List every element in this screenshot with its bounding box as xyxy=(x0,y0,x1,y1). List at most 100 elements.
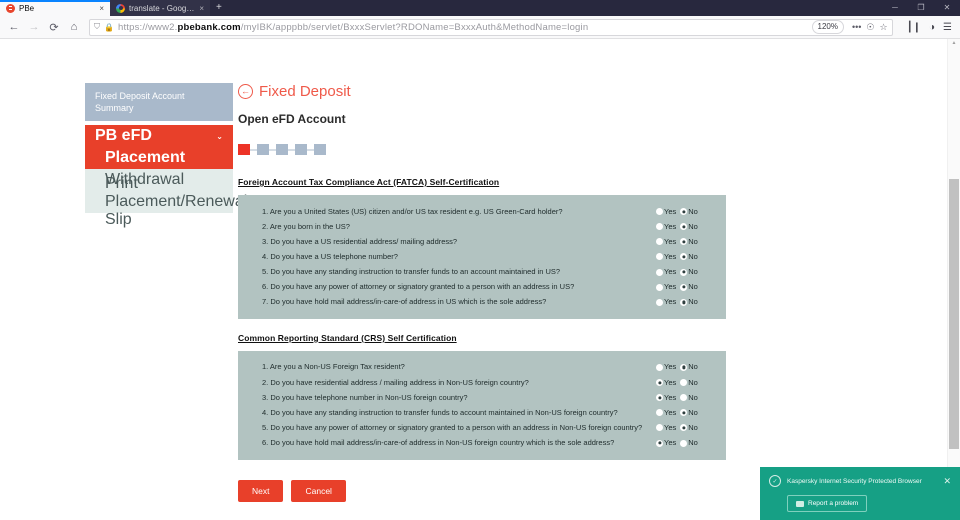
tracking-shield-icon[interactable]: ⛉ xyxy=(94,22,100,32)
radio-yes[interactable] xyxy=(656,283,663,291)
radio-no[interactable] xyxy=(680,409,688,417)
radio-no[interactable] xyxy=(680,424,688,432)
radio-no[interactable] xyxy=(680,394,688,402)
radio-no-label[interactable]: No xyxy=(688,438,698,448)
back-arrow-icon[interactable]: ← xyxy=(238,84,253,99)
radio-yes[interactable] xyxy=(656,379,663,387)
back-icon[interactable]: ← xyxy=(5,18,23,36)
radio-no[interactable] xyxy=(680,253,688,261)
reload-icon[interactable]: ⟳ xyxy=(45,18,63,36)
radio-yes[interactable] xyxy=(656,394,663,402)
close-window-icon[interactable]: ✕ xyxy=(934,0,960,16)
radio-yes[interactable] xyxy=(656,238,663,246)
account-icon[interactable]: ◑ xyxy=(929,22,935,33)
address-bar[interactable]: ⛉ 🔒 https://www2.pbebank.com/myIBK/apppb… xyxy=(89,18,893,36)
question-row: 2. Do you have residential address / mai… xyxy=(238,375,726,390)
question-text: 5. Do you have any power of attorney or … xyxy=(262,422,643,432)
radio-no-label[interactable]: No xyxy=(688,252,698,262)
question-row: 4. Do you have any standing instruction … xyxy=(238,405,726,420)
radio-yes[interactable] xyxy=(656,253,663,261)
sidebar-item-fd-summary[interactable]: Fixed Deposit Account Summary xyxy=(85,83,233,122)
radio-yes-label[interactable]: Yes xyxy=(664,252,676,262)
zoom-level-badge[interactable]: 120% xyxy=(811,20,844,34)
shield-check-icon: ✓ xyxy=(769,475,781,487)
radio-yes[interactable] xyxy=(656,424,663,432)
next-button[interactable]: Next xyxy=(238,479,284,502)
radio-yes[interactable] xyxy=(656,298,663,306)
lock-icon[interactable]: 🔒 xyxy=(104,23,114,32)
scrollbar-thumb[interactable] xyxy=(949,179,959,449)
radio-yes-label[interactable]: Yes xyxy=(664,393,676,403)
reader-view-icon[interactable]: ☉ xyxy=(866,22,874,33)
radio-no-label[interactable]: No xyxy=(688,393,698,403)
close-icon[interactable]: ✕ xyxy=(943,476,951,487)
radio-yes-label[interactable]: Yes xyxy=(664,282,676,292)
radio-yes[interactable] xyxy=(656,208,663,216)
radio-yes[interactable] xyxy=(656,223,663,231)
radio-no-label[interactable]: No xyxy=(688,237,698,247)
radio-no[interactable] xyxy=(680,208,688,216)
radio-no[interactable] xyxy=(680,439,688,447)
radio-no-label[interactable]: No xyxy=(688,378,698,388)
radio-yes-label[interactable]: Yes xyxy=(664,423,676,433)
bookmark-star-icon[interactable]: ☆ xyxy=(880,22,888,33)
radio-yes[interactable] xyxy=(656,439,663,447)
radio-yes[interactable] xyxy=(656,409,663,417)
radio-no[interactable] xyxy=(680,238,688,246)
tab-google-translate[interactable]: translate - Google S × xyxy=(110,0,210,16)
radio-no-label[interactable]: No xyxy=(688,207,698,217)
radio-no-label[interactable]: No xyxy=(688,297,698,307)
radio-yes-label[interactable]: Yes xyxy=(664,297,676,307)
breadcrumb-title: Fixed Deposit xyxy=(259,83,351,100)
radio-yes-label[interactable]: Yes xyxy=(664,378,676,388)
home-icon[interactable]: ⌂ xyxy=(65,18,83,36)
restore-icon[interactable]: ❐ xyxy=(908,0,934,16)
library-icon[interactable]: ┃❙ xyxy=(907,22,921,33)
radio-yes[interactable] xyxy=(656,363,663,371)
radio-yes-label[interactable]: Yes xyxy=(664,408,676,418)
radio-yes-label[interactable]: Yes xyxy=(664,362,676,372)
navigation-toolbar: ← → ⟳ ⌂ ⛉ 🔒 https://www2.pbebank.com/myI… xyxy=(0,16,960,39)
page-actions-icon[interactable]: ••• xyxy=(852,22,861,32)
radio-yes-label[interactable]: Yes xyxy=(664,222,676,232)
page-scrollbar[interactable]: ▲ xyxy=(947,39,960,520)
question-row: 3. Do you have telephone number in Non-U… xyxy=(238,390,726,405)
radio-no-label[interactable]: No xyxy=(688,222,698,232)
new-tab-button[interactable]: + xyxy=(210,0,228,16)
sidebar-item-print-slip[interactable]: Print Placement/Renewal Slip xyxy=(85,175,247,228)
question-row: 2. Are you born in the US? Yes No xyxy=(238,219,726,234)
radio-no-label[interactable]: No xyxy=(688,362,698,372)
radio-no-label[interactable]: No xyxy=(688,408,698,418)
radio-no-label[interactable]: No xyxy=(688,267,698,277)
report-problem-button[interactable]: Report a problem xyxy=(787,495,868,512)
answer-group: Yes No xyxy=(656,222,718,232)
cancel-button[interactable]: Cancel xyxy=(291,479,346,502)
radio-no[interactable] xyxy=(680,223,688,231)
tab-close-icon[interactable]: × xyxy=(199,4,204,13)
radio-no[interactable] xyxy=(680,363,688,371)
radio-yes-label[interactable]: Yes xyxy=(664,438,676,448)
radio-no-label[interactable]: No xyxy=(688,423,698,433)
question-text: 2. Are you born in the US? xyxy=(262,221,350,231)
minimize-icon[interactable]: ─ xyxy=(882,0,908,16)
sidebar-item-placement[interactable]: Placement xyxy=(85,147,233,170)
radio-no[interactable] xyxy=(680,283,688,291)
menu-icon[interactable]: ☰ xyxy=(943,22,952,33)
question-text: 1. Are you a Non-US Foreign Tax resident… xyxy=(262,362,405,372)
radio-no[interactable] xyxy=(680,298,688,306)
radio-no-label[interactable]: No xyxy=(688,282,698,292)
radio-no[interactable] xyxy=(680,379,688,387)
radio-yes[interactable] xyxy=(656,268,663,276)
forward-icon[interactable]: → xyxy=(25,18,43,36)
main-content: ← Fixed Deposit Open eFD Account Foreign… xyxy=(238,83,938,502)
radio-no[interactable] xyxy=(680,268,688,276)
radio-yes-label[interactable]: Yes xyxy=(664,207,676,217)
radio-yes-label[interactable]: Yes xyxy=(664,267,676,277)
scroll-up-icon[interactable]: ▲ xyxy=(951,41,957,46)
tab-pbe[interactable]: PBe × xyxy=(0,0,110,16)
tab-close-icon[interactable]: × xyxy=(99,4,104,13)
breadcrumb[interactable]: ← Fixed Deposit xyxy=(238,83,938,100)
radio-yes-label[interactable]: Yes xyxy=(664,237,676,247)
step-4 xyxy=(295,144,307,155)
sidebar-item-pb-efd[interactable]: PB eFD ⌄ xyxy=(85,125,233,148)
